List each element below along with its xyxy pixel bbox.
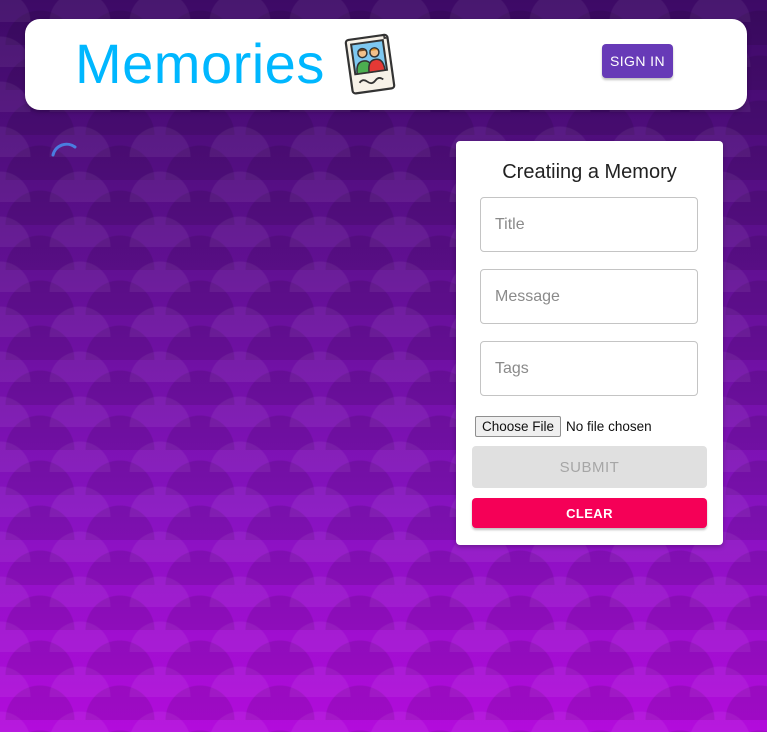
file-status-text: No file chosen: [566, 418, 652, 434]
app-bar: Memories SIGN IN: [25, 19, 747, 110]
form-heading: Creatiing a Memory: [502, 161, 677, 183]
loading-spinner-icon: [51, 142, 77, 157]
photo-memories-icon: [344, 33, 396, 95]
clear-button[interactable]: CLEAR: [472, 498, 707, 528]
memory-form-card: Creatiing a Memory Choose File No file c…: [456, 141, 723, 545]
app-title: Memories: [75, 32, 325, 95]
brand: Memories: [75, 31, 399, 97]
file-picker: Choose File No file chosen: [475, 415, 652, 437]
tags-input[interactable]: [480, 341, 698, 396]
title-input[interactable]: [480, 197, 698, 252]
message-input[interactable]: [480, 269, 698, 324]
submit-button[interactable]: SUBMIT: [472, 446, 707, 488]
sign-in-button[interactable]: SIGN IN: [602, 44, 673, 78]
choose-file-button[interactable]: Choose File: [475, 415, 562, 437]
